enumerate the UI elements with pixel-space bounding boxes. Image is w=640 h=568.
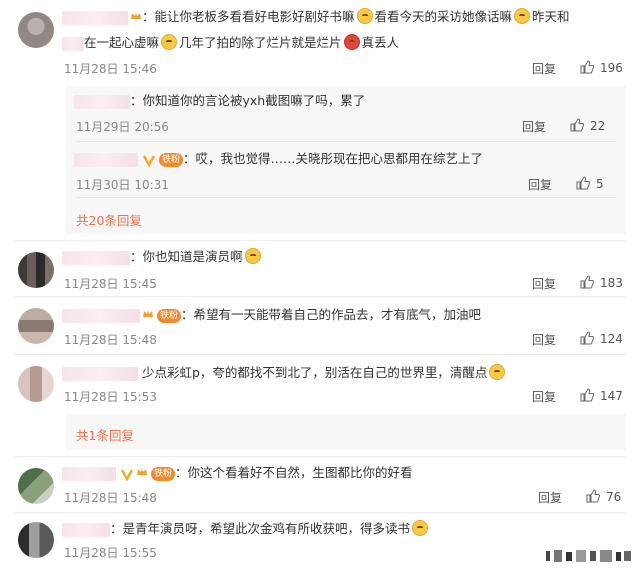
reply-button[interactable]: 回复 xyxy=(528,176,552,193)
like-count: 147 xyxy=(600,389,623,403)
reply-button[interactable]: 回复 xyxy=(522,118,546,135)
divider xyxy=(14,456,626,457)
username[interactable] xyxy=(74,94,130,109)
reply-button[interactable]: 回复 xyxy=(538,489,562,506)
comment-text: 铁粉 ：你这个看着好不自然，生图都比你的好看 xyxy=(62,464,413,483)
thumb-up-icon xyxy=(580,275,594,289)
avatar[interactable] xyxy=(18,308,54,344)
thumb-up-icon xyxy=(580,60,594,74)
comment-item: 铁粉 ：希望有一天能带着自己的作品去，才有底气，加油吧 11月28日 15:48 … xyxy=(0,298,640,354)
emoji-icon xyxy=(343,34,360,50)
thumb-up-icon xyxy=(576,176,590,190)
crown-icon xyxy=(136,465,148,483)
username[interactable] xyxy=(62,308,140,323)
emoji-icon xyxy=(412,520,429,536)
more-replies-link[interactable]: 共1条回复 xyxy=(76,425,134,444)
like-count: 196 xyxy=(600,61,623,75)
emoji-icon xyxy=(356,8,373,24)
emoji-icon xyxy=(161,34,178,50)
more-replies-link[interactable]: 共20条回复 xyxy=(76,210,142,229)
username[interactable] xyxy=(62,466,116,481)
comment-time: 11月29日 20:56 xyxy=(76,120,169,134)
username[interactable] xyxy=(62,10,128,25)
comment-text: ：是青年演员呀，希望此次金鸡有所收获吧，得多读书 xyxy=(62,520,430,538)
comment-item: ：能让你老板多看看好电影好剧好书嘛 看看今天的采访她像话嘛 昨天和 在一起心虚嘛 几年… xyxy=(0,0,640,84)
comment-time: 11月28日 15:48 xyxy=(64,491,157,505)
sub-replies xyxy=(66,414,626,450)
divider xyxy=(14,512,626,513)
username[interactable] xyxy=(62,522,110,537)
sub-reply-item: ：你知道你的言论被yxh截图嘛了吗，累了 11月29日 20:56 回复 22 xyxy=(0,86,640,138)
mention-name[interactable] xyxy=(62,36,84,51)
like-count: 76 xyxy=(606,490,622,504)
comment-text: ：你也知道是演员啊 xyxy=(62,248,263,266)
like-button[interactable]: 183 xyxy=(580,275,623,290)
like-button[interactable]: 124 xyxy=(580,331,623,346)
thumb-up-icon xyxy=(580,388,594,402)
comment-time: 11月30日 10:31 xyxy=(76,178,169,192)
like-button[interactable]: 147 xyxy=(580,388,623,403)
like-button[interactable]: 76 xyxy=(586,489,621,504)
comment-text: 铁粉 ：希望有一天能带着自己的作品去，才有底气，加油吧 xyxy=(62,306,481,325)
comment-item: ：你也知道是演员啊 11月28日 15:45 回复 183 xyxy=(0,240,640,296)
comment-text: 少点彩虹p，夸的都找不到北了，别活在自己的世界里，清醒点 xyxy=(62,364,507,382)
divider xyxy=(14,296,626,297)
comment-time: 11月28日 15:53 xyxy=(64,390,157,404)
emoji-icon xyxy=(244,248,261,264)
avatar[interactable] xyxy=(18,12,54,48)
divider xyxy=(14,354,626,355)
thumb-up-icon xyxy=(580,331,594,345)
like-button[interactable]: 5 xyxy=(576,176,604,191)
like-count: 124 xyxy=(600,332,623,346)
avatar[interactable] xyxy=(18,522,54,558)
username[interactable] xyxy=(74,152,138,167)
comment-text: ：能让你老板多看看好电影好剧好书嘛 看看今天的采访她像话嘛 昨天和 xyxy=(62,8,570,27)
thumb-up-icon xyxy=(586,489,600,503)
watermark xyxy=(546,550,631,562)
comment-item: ：是青年演员呀，希望此次金鸡有所收获吧，得多读书 11月28日 15:55 xyxy=(0,514,640,568)
sub-reply-text: 铁粉 ：哎，我也觉得……关晓彤现在把心思都用在综艺上了 xyxy=(74,150,483,168)
like-button[interactable]: 196 xyxy=(580,60,623,75)
verified-v-icon xyxy=(120,468,134,481)
reply-button[interactable]: 回复 xyxy=(532,275,556,292)
comment-time: 11月28日 15:55 xyxy=(64,546,157,560)
like-count: 5 xyxy=(596,177,604,191)
avatar[interactable] xyxy=(18,468,54,504)
like-button[interactable]: 22 xyxy=(570,118,605,133)
comment-text-line2: 在一起心虚嘛 几年了拍的除了烂片就是烂片 真丢人 xyxy=(62,34,399,52)
emoji-icon xyxy=(489,364,506,380)
username[interactable] xyxy=(62,366,138,381)
crown-icon xyxy=(130,9,142,27)
crown-icon xyxy=(142,307,154,325)
divider xyxy=(76,197,616,198)
sub-reply-text: ：你知道你的言论被yxh截图嘛了吗，累了 xyxy=(74,92,365,110)
comment-time: 11月28日 15:48 xyxy=(64,333,157,347)
fan-badge: 铁粉 xyxy=(157,308,182,323)
avatar[interactable] xyxy=(18,252,54,288)
emoji-icon xyxy=(514,8,531,24)
username[interactable] xyxy=(62,250,130,265)
reply-button[interactable]: 回复 xyxy=(532,60,556,77)
comment-time: 11月28日 15:46 xyxy=(64,62,157,76)
fan-badge: 铁粉 xyxy=(151,466,176,481)
verified-v-icon xyxy=(142,154,156,167)
like-count: 183 xyxy=(600,276,623,290)
comment-item: 铁粉 ：你这个看着好不自然，生图都比你的好看 11月28日 15:48 回复 76 xyxy=(0,458,640,512)
fan-badge: 铁粉 xyxy=(159,152,184,167)
reply-button[interactable]: 回复 xyxy=(532,331,556,348)
thumb-up-icon xyxy=(570,118,584,132)
comment-time: 11月28日 15:45 xyxy=(64,277,157,291)
like-count: 22 xyxy=(590,119,606,133)
reply-button[interactable]: 回复 xyxy=(532,388,556,405)
avatar[interactable] xyxy=(18,366,54,402)
sub-reply-item: 铁粉 ：哎，我也觉得……关晓彤现在把心思都用在综艺上了 11月30日 10:31 … xyxy=(0,142,640,194)
